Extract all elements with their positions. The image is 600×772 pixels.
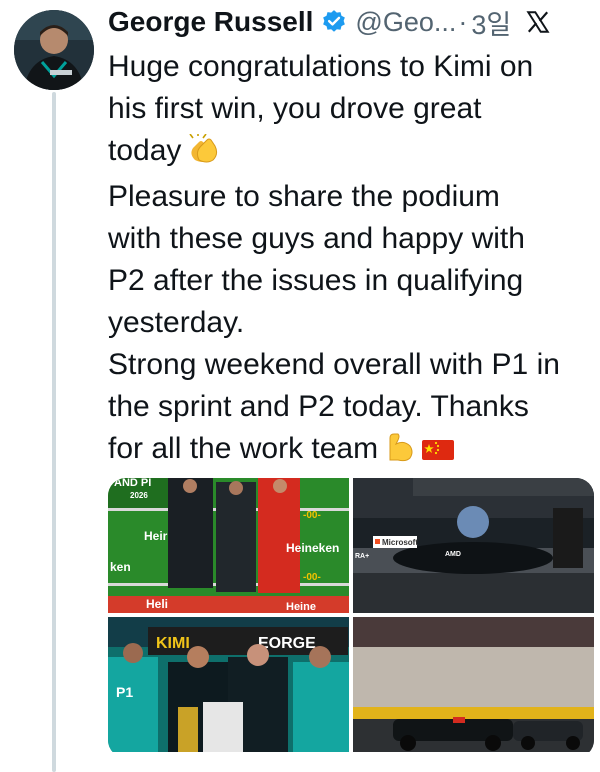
thread-line [52, 92, 56, 772]
flexed-biceps-icon [384, 432, 418, 474]
tweet-header: George Russell @Geo... · 3일 [108, 0, 598, 44]
sponsor-text: AMD [445, 551, 461, 558]
china-flag-icon [422, 432, 455, 474]
separator-dot: · [458, 6, 468, 37]
media-image-podium[interactable]: AND PI 2026 Heir Heineken ken -00- -00- … [108, 478, 349, 613]
x-logo-icon [525, 9, 551, 35]
sponsor-text: Heir [144, 529, 168, 543]
car-photo: Microsoft RA+ AMD [353, 478, 594, 613]
media-grid: AND PI 2026 Heir Heineken ken -00- -00- … [108, 478, 594, 758]
sponsor-text: Microsoft [382, 538, 418, 547]
sponsor-text: -00- [303, 510, 321, 521]
text-line: today [108, 134, 182, 167]
media-image-race[interactable] [353, 617, 594, 752]
celebration-photo: KIMI EORGE P1 [108, 617, 349, 752]
text-line: his first win, you drove great [108, 92, 482, 125]
sponsor-text: -00- [303, 572, 321, 583]
text-line: Strong weekend overall with P1 in [108, 348, 560, 381]
sponsor-text: ken [110, 560, 131, 574]
text-line-with-emoji: for all the work team [108, 428, 588, 474]
text-line: yesterday. [108, 306, 245, 339]
text-line: the sprint and P2 today. Thanks [108, 390, 529, 423]
media-image-celebration[interactable]: KIMI EORGE P1 [108, 617, 349, 752]
race-photo [353, 617, 594, 752]
sponsor-text: Heineken [286, 541, 339, 555]
text-line: Pleasure to share the podium [108, 180, 500, 213]
text-line-with-emoji: today [108, 130, 588, 176]
verified-badge-icon [321, 9, 347, 35]
banner-text: KIMI [156, 635, 190, 652]
media-image-car[interactable]: Microsoft RA+ AMD [353, 478, 594, 613]
sponsor-text: Heine [286, 601, 316, 613]
banner-text: AND PI [114, 478, 151, 489]
text-line: with these guys and happy with [108, 222, 525, 255]
banner-year: 2026 [130, 491, 148, 500]
text-line: Huge congratulations to Kimi on [108, 50, 534, 83]
author-name[interactable]: George Russell [108, 6, 313, 38]
podium-photo: AND PI 2026 Heir Heineken ken -00- -00- … [108, 478, 349, 613]
avatar-photo [14, 10, 94, 90]
sponsor-text: RA+ [355, 553, 369, 560]
sponsor-text: Heli [146, 597, 168, 611]
timestamp[interactable]: 3일 [471, 3, 511, 42]
text-line: P2 after the issues in qualifying [108, 264, 524, 297]
team-logo-text: P1 [116, 684, 133, 700]
tweet-text: Huge congratulations to Kimi on his firs… [108, 46, 588, 474]
avatar[interactable] [14, 10, 94, 90]
author-handle[interactable]: @Geo... [355, 7, 456, 38]
text-line: for all the work team [108, 432, 379, 465]
clapping-hands-icon [187, 132, 221, 176]
